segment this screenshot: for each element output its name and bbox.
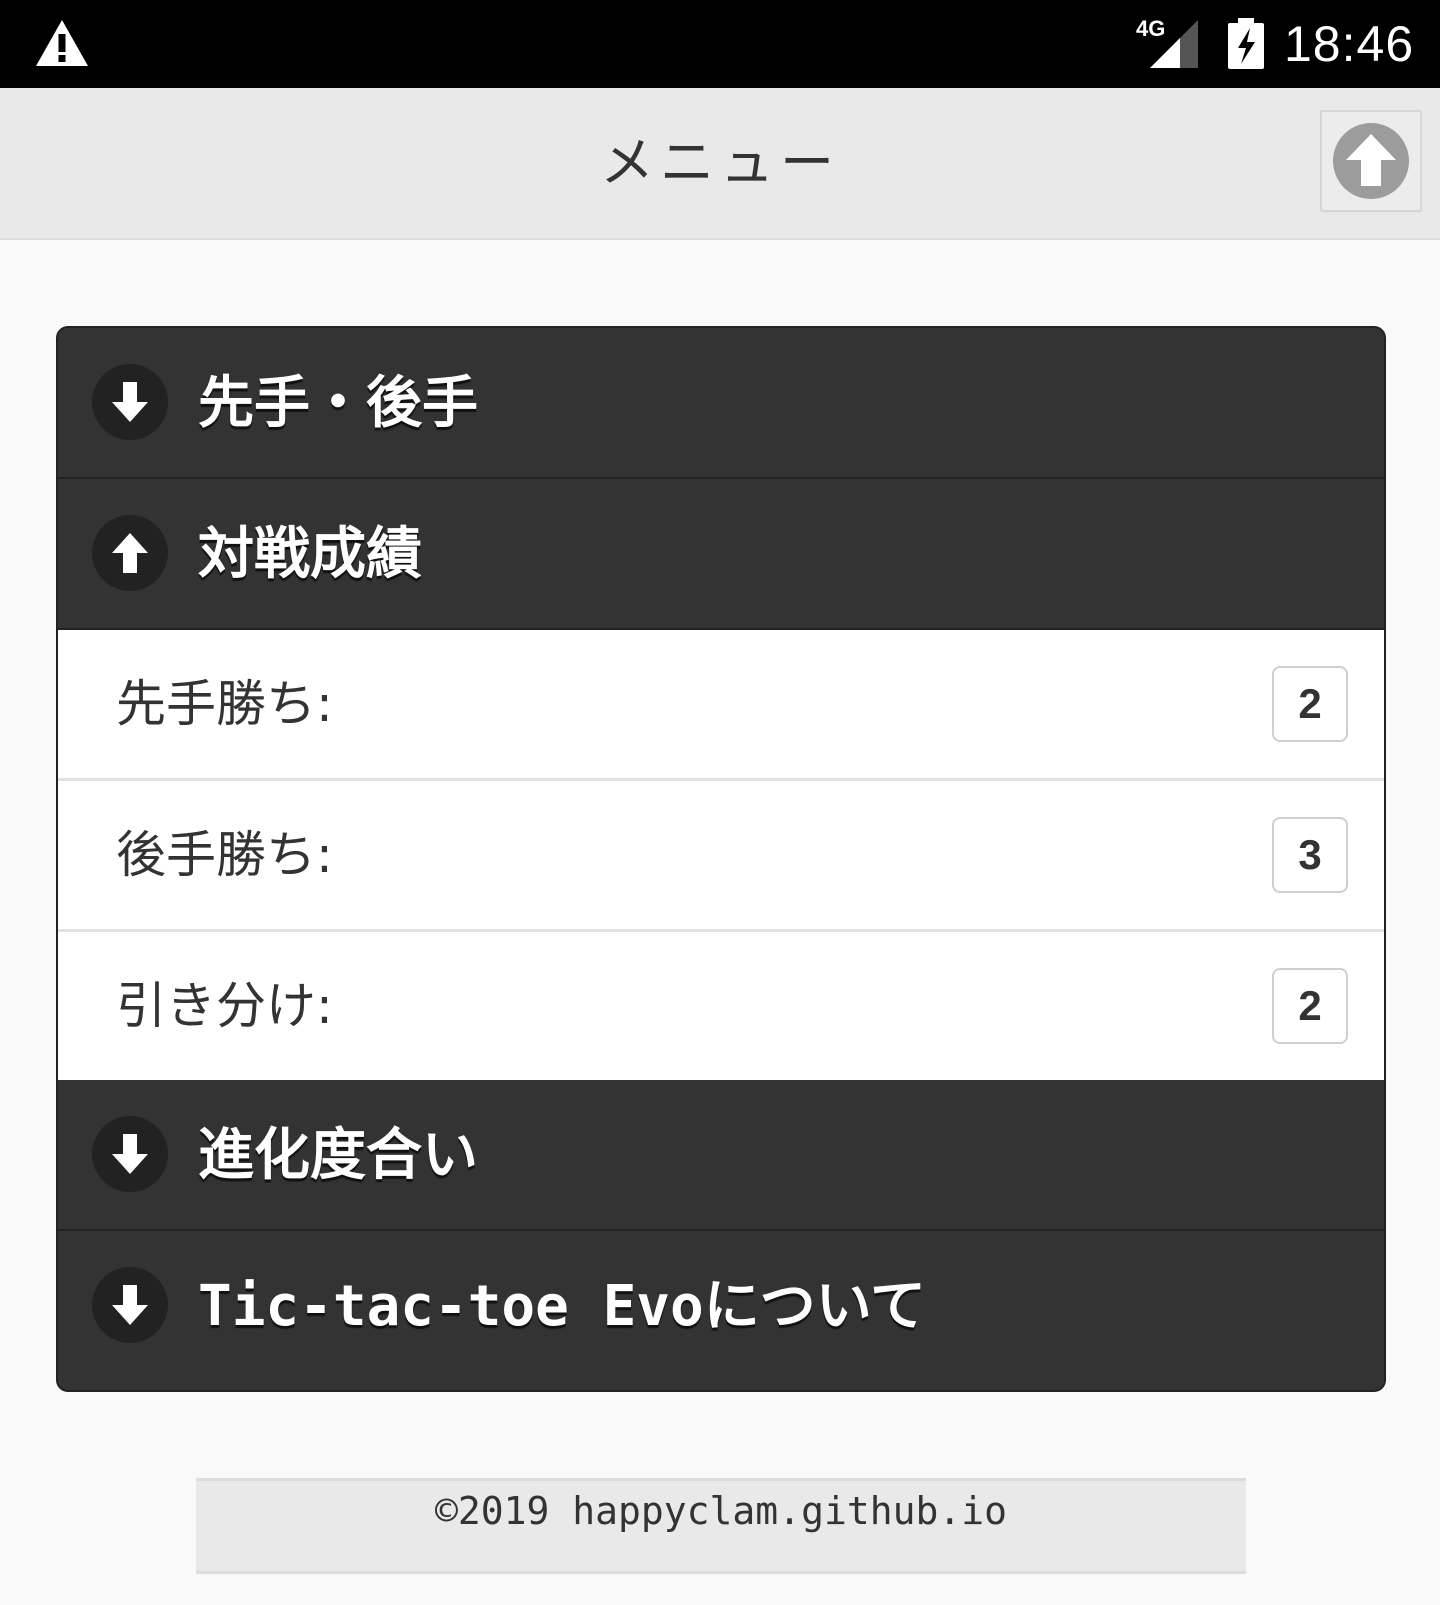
accordion-header-about[interactable]: Tic-tac-toe Evoについて xyxy=(58,1231,1384,1382)
arrow-up-circle-icon xyxy=(92,515,168,591)
app-header: メニュー xyxy=(0,88,1440,240)
accordion-label: 対戦成績 xyxy=(198,522,422,587)
stat-label: 先手勝ち: xyxy=(116,675,333,733)
network-type: 4G xyxy=(1136,16,1165,41)
count-badge: 2 xyxy=(1272,666,1348,742)
stat-row-second-player-wins: 後手勝ち: 3 xyxy=(58,781,1384,932)
count-badge: 3 xyxy=(1272,817,1348,893)
accordion-label: 先手・後手 xyxy=(198,371,478,436)
warning-icon xyxy=(36,20,88,66)
arrow-up-circle-icon xyxy=(1333,123,1409,199)
stat-label: 引き分け: xyxy=(116,977,333,1035)
footer: ©2019 happyclam.github.io xyxy=(196,1478,1246,1574)
scroll-top-button[interactable] xyxy=(1320,110,1422,212)
page-title: メニュー xyxy=(600,131,840,194)
arrow-down-circle-icon xyxy=(92,1116,168,1192)
status-bar: 4G 18:46 xyxy=(0,0,1440,88)
menu-accordion: 先手・後手 対戦成績 先手勝ち: 2 後手勝ち: 3 引き分け: 2 進化度合い… xyxy=(56,326,1386,1392)
stat-label: 後手勝ち: xyxy=(116,826,333,884)
count-badge: 2 xyxy=(1272,968,1348,1044)
battery-charging-icon xyxy=(1228,18,1264,69)
accordion-header-evolution-level[interactable]: 進化度合い xyxy=(58,1080,1384,1231)
match-record-content: 先手勝ち: 2 後手勝ち: 3 引き分け: 2 xyxy=(58,630,1384,1080)
copyright-text: ©2019 happyclam.github.io xyxy=(435,1489,1007,1533)
clock: 18:46 xyxy=(1284,16,1415,72)
accordion-header-match-record[interactable]: 対戦成績 xyxy=(58,479,1384,630)
signal-icon: 4G xyxy=(1136,16,1198,68)
accordion-header-turn-order[interactable]: 先手・後手 xyxy=(58,328,1384,479)
accordion-label: 進化度合い xyxy=(198,1123,478,1188)
accordion-label: Tic-tac-toe Evoについて xyxy=(198,1274,927,1339)
stat-row-first-player-wins: 先手勝ち: 2 xyxy=(58,630,1384,781)
arrow-down-circle-icon xyxy=(92,364,168,440)
arrow-down-circle-icon xyxy=(92,1267,168,1343)
stat-row-draws: 引き分け: 2 xyxy=(58,932,1384,1080)
